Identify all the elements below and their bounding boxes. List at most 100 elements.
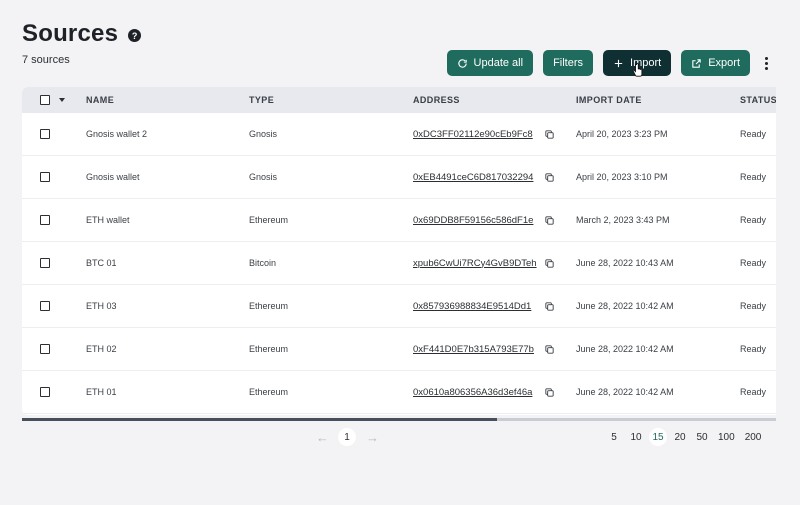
address-link[interactable]: 0x0610a806356A36d3ef46a <box>413 387 541 398</box>
source-name: ETH 01 <box>86 387 117 397</box>
page-button-current[interactable]: 1 <box>338 428 356 446</box>
hand-cursor-icon <box>632 63 644 82</box>
kebab-dot <box>764 56 768 60</box>
copy-icon[interactable] <box>544 215 555 226</box>
table-header: NAME TYPE ADDRESS IMPORT DATE STATUS <box>22 87 776 113</box>
import-date: June 28, 2022 10:43 AM <box>576 258 674 268</box>
row-checkbox[interactable] <box>40 344 50 354</box>
row-checkbox[interactable] <box>40 172 50 182</box>
column-header-status[interactable]: STATUS <box>740 95 776 105</box>
page-size-option[interactable]: 5 <box>605 428 623 446</box>
status-text: Ready <box>740 129 767 139</box>
row-checkbox[interactable] <box>40 258 50 268</box>
row-select-cell <box>22 387 86 397</box>
address-link[interactable]: 0xEB4491ceC6D817032294 <box>413 172 541 183</box>
table-row[interactable]: Gnosis wallet Gnosis 0xEB4491ceC6D817032… <box>22 156 776 199</box>
table-row[interactable]: BTC 01 Bitcoin xpub6CwUi7RCy4GvB9DTeh Ju… <box>22 242 776 285</box>
source-type: Ethereum <box>249 344 289 354</box>
row-checkbox[interactable] <box>40 129 50 139</box>
copy-icon[interactable] <box>544 344 555 355</box>
pagination: ← 1 → <box>316 428 379 446</box>
source-name: BTC 01 <box>86 258 117 268</box>
status-text: Ready <box>740 344 767 354</box>
row-select-cell <box>22 344 86 354</box>
source-name: ETH wallet <box>86 215 130 225</box>
table-row[interactable]: ETH 03 Ethereum 0x857936988834E9514Dd1 J… <box>22 285 776 328</box>
source-type: Gnosis <box>249 172 278 182</box>
address-cell: 0xEB4491ceC6D817032294 <box>413 172 576 183</box>
toolbar: Update all Filters Import Export <box>437 50 770 76</box>
help-icon[interactable]: ? <box>128 29 142 42</box>
arrow-left-icon[interactable]: ← <box>316 430 329 445</box>
kebab-dot <box>764 61 768 65</box>
title-row: Sources ? <box>22 20 142 48</box>
plus-icon <box>614 59 623 67</box>
row-select-cell <box>22 258 86 268</box>
row-checkbox[interactable] <box>40 301 50 311</box>
address-link[interactable]: 0x857936988834E9514Dd1 <box>413 301 541 312</box>
address-link[interactable]: xpub6CwUi7RCy4GvB9DTeh <box>413 258 541 269</box>
table-row[interactable]: Gnosis wallet 2 Gnosis 0xDC3FF02112e90cE… <box>22 113 776 156</box>
copy-icon[interactable] <box>544 301 555 312</box>
import-date: March 2, 2023 3:43 PM <box>576 215 670 225</box>
arrow-right-icon[interactable]: → <box>366 430 379 445</box>
page-header: Sources ? 7 sources <box>22 20 142 66</box>
sources-count: 7 sources <box>22 54 70 66</box>
column-header-type[interactable]: TYPE <box>249 95 413 105</box>
import-date: June 28, 2022 10:42 AM <box>576 344 674 354</box>
column-header-name[interactable]: NAME <box>86 95 249 105</box>
source-type: Ethereum <box>249 301 289 311</box>
column-header-import-date[interactable]: IMPORT DATE <box>576 95 740 105</box>
page-size-option[interactable]: 20 <box>671 428 689 446</box>
page-size-option[interactable]: 100 <box>715 428 738 446</box>
address-link[interactable]: 0xDC3FF02112e90cEb9Fc8 <box>413 129 541 140</box>
copy-icon[interactable] <box>544 172 555 183</box>
page-size-option[interactable]: 50 <box>693 428 711 446</box>
address-link[interactable]: 0x69DDB8F59156c586dF1e <box>413 215 541 226</box>
update-all-button[interactable]: Update all <box>446 50 534 76</box>
filters-button[interactable]: Filters <box>543 50 594 76</box>
chevron-down-icon[interactable] <box>59 98 65 102</box>
import-date: April 20, 2023 3:10 PM <box>576 172 668 182</box>
address-cell: 0x0610a806356A36d3ef46a <box>413 387 576 398</box>
status-text: Ready <box>740 215 767 225</box>
table-row[interactable]: ETH wallet Ethereum 0x69DDB8F59156c586dF… <box>22 199 776 242</box>
source-type: Ethereum <box>249 387 289 397</box>
refresh-icon <box>457 58 467 68</box>
filters-label: Filters <box>553 57 584 69</box>
row-checkbox[interactable] <box>40 215 50 225</box>
copy-icon[interactable] <box>544 387 555 398</box>
row-select-cell <box>22 172 86 182</box>
import-date: June 28, 2022 10:42 AM <box>576 387 674 397</box>
update-all-label: Update all <box>473 57 524 69</box>
page-size-option[interactable]: 10 <box>627 428 645 446</box>
page-size-option[interactable]: 200 <box>742 428 765 446</box>
table-row[interactable]: ETH 01 Ethereum 0x0610a806356A36d3ef46a … <box>22 371 776 414</box>
row-select-cell <box>22 215 86 225</box>
scrollbar-thumb[interactable] <box>22 418 498 421</box>
row-checkbox[interactable] <box>40 387 50 397</box>
table-row[interactable]: ETH 02 Ethereum 0xF441D0E7b315A793E77b J… <box>22 328 776 371</box>
page-size-option-selected[interactable]: 15 <box>649 428 667 446</box>
source-type: Ethereum <box>249 215 289 225</box>
export-button[interactable]: Export <box>681 50 750 76</box>
source-type: Bitcoin <box>249 258 277 268</box>
page-size-selector: 5 10 15 20 50 100 200 <box>605 428 768 446</box>
address-cell: xpub6CwUi7RCy4GvB9DTeh <box>413 258 576 269</box>
select-all-checkbox[interactable] <box>40 95 50 105</box>
kebab-dot <box>764 66 768 70</box>
source-type: Gnosis <box>249 129 278 139</box>
more-options-icon[interactable] <box>762 56 770 70</box>
address-cell: 0xF441D0E7b315A793E77b <box>413 344 576 355</box>
copy-icon[interactable] <box>544 258 555 269</box>
copy-icon[interactable] <box>544 129 555 140</box>
column-header-address[interactable]: ADDRESS <box>413 95 576 105</box>
status-text: Ready <box>740 387 767 397</box>
status-text: Ready <box>740 172 767 182</box>
address-cell: 0x857936988834E9514Dd1 <box>413 301 576 312</box>
page-title: Sources <box>22 20 119 47</box>
source-name: Gnosis wallet 2 <box>86 129 148 139</box>
import-date: April 20, 2023 3:23 PM <box>576 129 668 139</box>
horizontal-scrollbar[interactable] <box>22 418 776 421</box>
address-link[interactable]: 0xF441D0E7b315A793E77b <box>413 344 541 355</box>
